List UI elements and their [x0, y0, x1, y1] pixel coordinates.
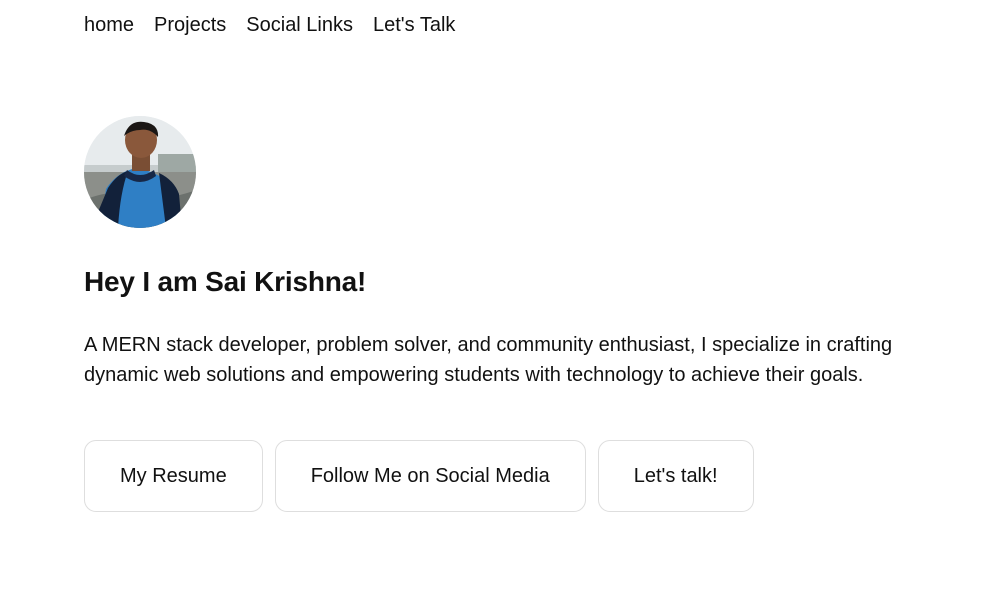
hero-actions: My Resume Follow Me on Social Media Let'… [84, 440, 754, 512]
profile-avatar [84, 116, 196, 228]
hero-description: A MERN stack developer, problem solver, … [84, 334, 893, 386]
lets-talk-button[interactable]: Let's talk! [597, 440, 754, 512]
profile-photo-image [84, 116, 196, 228]
nav-link-home[interactable]: home [84, 12, 134, 38]
hero-heading: Hey I am Sai Krishna! [84, 266, 367, 297]
top-navigation: home Projects Social Links Let's Talk [84, 12, 455, 38]
nav-link-projects[interactable]: Projects [154, 12, 226, 38]
my-resume-button[interactable]: My Resume [84, 440, 263, 512]
follow-social-media-button[interactable]: Follow Me on Social Media [274, 440, 586, 512]
nav-link-lets-talk[interactable]: Let's Talk [373, 12, 455, 38]
nav-link-social-links[interactable]: Social Links [246, 12, 353, 38]
